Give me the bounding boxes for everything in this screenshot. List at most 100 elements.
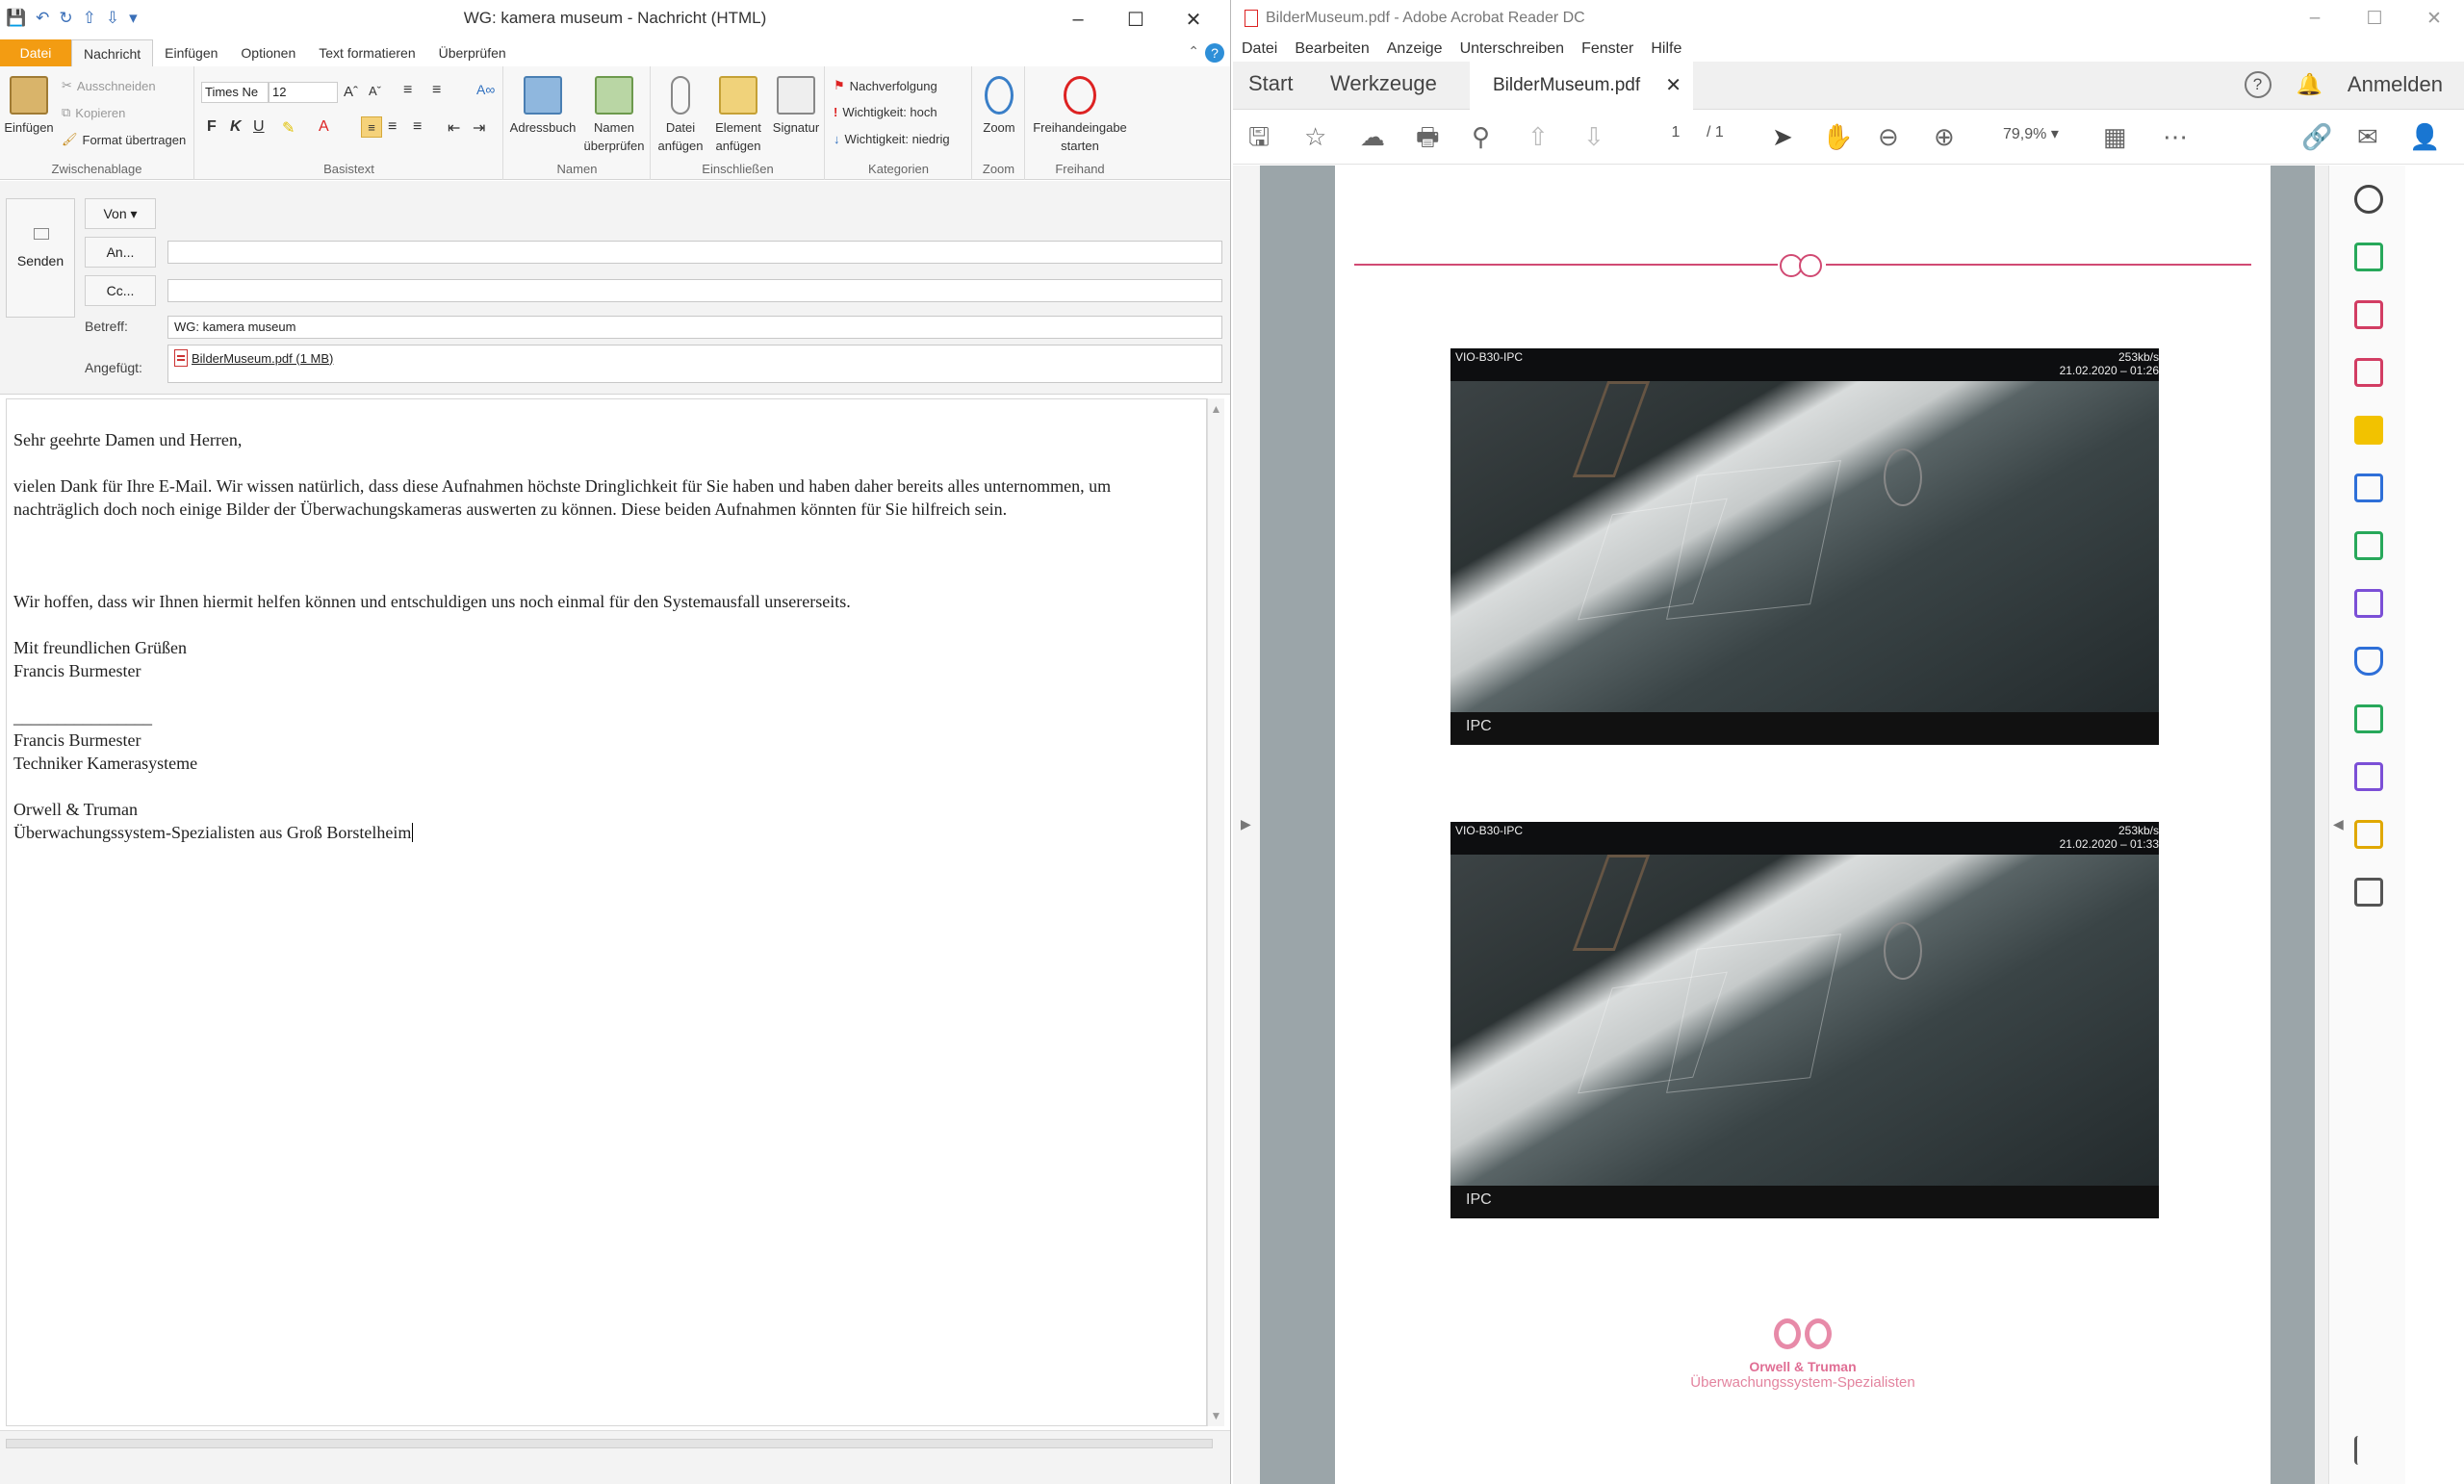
zoom-out-icon[interactable]: ⊖ — [1878, 122, 1899, 151]
font-color-icon[interactable]: A — [319, 118, 329, 136]
expand-pane-icon[interactable] — [2354, 1436, 2383, 1465]
paste-button[interactable]: Einfügen — [2, 70, 56, 137]
importance-high-button[interactable]: ! Wichtigkeit: hoch — [834, 105, 937, 119]
cc-button[interactable]: Cc... — [85, 275, 156, 306]
attach-item-button[interactable]: Element anfügen — [707, 70, 769, 155]
zoom-button[interactable]: Zoom — [973, 70, 1025, 137]
menu-bearbeiten[interactable]: Bearbeiten — [1286, 37, 1377, 62]
tab-nachricht[interactable]: Nachricht — [71, 39, 154, 66]
numbering-icon[interactable]: ≡ — [432, 82, 441, 99]
help-icon[interactable]: ? — [2244, 71, 2272, 98]
tab-text-formatieren[interactable]: Text formatieren — [307, 39, 426, 66]
scroll-down-icon[interactable]: ▼ — [1208, 1409, 1224, 1422]
subject-field[interactable]: WG: kamera museum — [167, 316, 1222, 339]
close-icon[interactable]: ✕ — [1165, 4, 1222, 35]
next-page-icon[interactable]: ⇩ — [1583, 122, 1604, 151]
print-icon[interactable]: 🖶 — [1416, 122, 1440, 151]
tab-einfuegen[interactable]: Einfügen — [153, 39, 229, 66]
send-for-review-icon[interactable] — [2354, 820, 2383, 849]
tab-start[interactable]: Start — [1248, 71, 1293, 96]
menu-datei[interactable]: Datei — [1233, 37, 1286, 62]
doc-scrollbar[interactable] — [2315, 166, 2328, 1484]
collapse-ribbon-icon[interactable]: ⌃ — [1188, 43, 1199, 60]
expand-left-icon[interactable]: ▶ — [1241, 816, 1251, 832]
address-book-button[interactable]: Adressbuch — [506, 70, 579, 137]
prev-page-icon[interactable]: ⇧ — [1527, 122, 1549, 151]
select-cursor-icon[interactable]: ➤ — [1772, 122, 1793, 151]
importance-low-button[interactable]: ↓ Wichtigkeit: niedrig — [834, 132, 950, 146]
menu-fenster[interactable]: Fenster — [1573, 37, 1642, 62]
document-viewport[interactable]: VIO-B30-IPC 253kb/s 21.02.2020 – 01:26 IP… — [1260, 166, 2328, 1484]
compare-icon[interactable] — [2354, 531, 2383, 560]
print-production-icon[interactable] — [2354, 704, 2383, 733]
share-link-icon[interactable]: 🔗 — [2301, 122, 2332, 151]
search-icon[interactable]: ⚲ — [1472, 122, 1490, 151]
shrink-font-icon[interactable]: Aˇ — [369, 84, 381, 98]
fill-sign-icon[interactable] — [2354, 589, 2383, 618]
tab-optionen[interactable]: Optionen — [229, 39, 307, 66]
decrease-indent-icon[interactable]: ⇤ — [448, 118, 460, 138]
cc-field[interactable] — [167, 279, 1222, 302]
font-family-select[interactable]: Times Ne — [201, 82, 269, 103]
fit-page-icon[interactable]: ▦ — [2103, 122, 2127, 151]
italic-icon[interactable]: K — [230, 118, 242, 136]
tab-werkzeuge[interactable]: Werkzeuge — [1330, 71, 1437, 96]
highlight-icon[interactable]: ✎ — [282, 118, 295, 138]
start-inking-button[interactable]: Freihandeingabe starten — [1026, 70, 1134, 155]
maximize-icon[interactable]: ☐ — [2345, 2, 2404, 35]
from-button[interactable]: Von ▾ — [85, 198, 156, 229]
bullets-icon[interactable]: ≡ — [403, 82, 412, 99]
send-button[interactable]: Senden — [6, 198, 75, 318]
align-right-icon[interactable]: ≡ — [413, 118, 422, 136]
attachment-item[interactable]: BilderMuseum.pdf (1 MB) — [174, 349, 333, 367]
bell-icon[interactable]: 🔔 — [2297, 72, 2323, 97]
maximize-icon[interactable]: ☐ — [1107, 4, 1165, 35]
to-button[interactable]: An... — [85, 237, 156, 268]
font-size-select[interactable]: 12 — [269, 82, 338, 103]
more-icon[interactable]: ⋯ — [2163, 122, 2188, 151]
edit-pdf-icon[interactable] — [2354, 358, 2383, 387]
help-icon[interactable]: ? — [1205, 43, 1224, 63]
signature-tool-icon[interactable] — [2354, 762, 2383, 791]
tab-datei[interactable]: Datei — [0, 39, 71, 66]
more-tools-icon[interactable] — [2354, 878, 2383, 907]
minimize-icon[interactable]: – — [1049, 4, 1107, 35]
organize-pages-icon[interactable] — [2354, 300, 2383, 329]
attach-file-button[interactable]: Datei anfügen — [654, 70, 707, 155]
save-icon[interactable]: 🖫 — [1248, 122, 1270, 151]
styles-icon[interactable]: A∞ — [476, 82, 495, 97]
comment-icon[interactable] — [2354, 416, 2383, 445]
tab-document[interactable]: BilderMuseum.pdf ✕ — [1470, 62, 1693, 110]
horizontal-scrollbar[interactable] — [6, 1439, 1213, 1448]
align-left-icon[interactable]: ≡ — [361, 116, 382, 138]
zoom-select[interactable]: 79,9% ▾ — [2003, 124, 2059, 143]
underline-icon[interactable]: U — [253, 118, 265, 136]
export-pdf-icon[interactable] — [2354, 473, 2383, 502]
increase-indent-icon[interactable]: ⇥ — [473, 118, 485, 138]
followup-button[interactable]: ⚑ Nachverfolgung — [834, 78, 937, 93]
star-icon[interactable]: ☆ — [1304, 122, 1326, 151]
close-tab-icon[interactable]: ✕ — [1665, 62, 1681, 110]
format-painter-button[interactable]: 🖌 Format übertragen — [62, 132, 186, 147]
menu-unterschreiben[interactable]: Unterschreiben — [1451, 37, 1574, 62]
menu-anzeige[interactable]: Anzeige — [1378, 37, 1451, 62]
mail-icon[interactable]: ✉ — [2357, 122, 2378, 151]
to-field[interactable] — [167, 241, 1222, 264]
align-center-icon[interactable]: ≡ — [388, 118, 397, 136]
close-icon[interactable]: ✕ — [2404, 2, 2464, 35]
page-number-input[interactable]: 1 — [1656, 124, 1695, 141]
protect-icon[interactable] — [2354, 647, 2383, 676]
add-user-icon[interactable]: 👤 — [2409, 122, 2440, 151]
minimize-icon[interactable]: – — [2285, 2, 2345, 35]
message-body[interactable]: Sehr geehrte Damen und Herren, vielen Da… — [6, 398, 1207, 1426]
cut-button[interactable]: ✂ Ausschneiden — [62, 78, 156, 93]
hand-tool-icon[interactable]: ✋ — [1822, 122, 1853, 151]
tab-ueberpruefen[interactable]: Überprüfen — [427, 39, 518, 66]
upload-cloud-icon[interactable]: ☁ — [1360, 122, 1385, 151]
menu-hilfe[interactable]: Hilfe — [1642, 37, 1690, 62]
create-pdf-icon[interactable] — [2354, 243, 2383, 271]
signature-button[interactable]: Signatur — [769, 70, 823, 137]
body-scrollbar[interactable]: ▲ ▼ — [1207, 398, 1224, 1426]
check-names-button[interactable]: Namen überprüfen — [579, 70, 649, 155]
collapse-pane-icon[interactable]: ◀ — [2333, 816, 2344, 832]
